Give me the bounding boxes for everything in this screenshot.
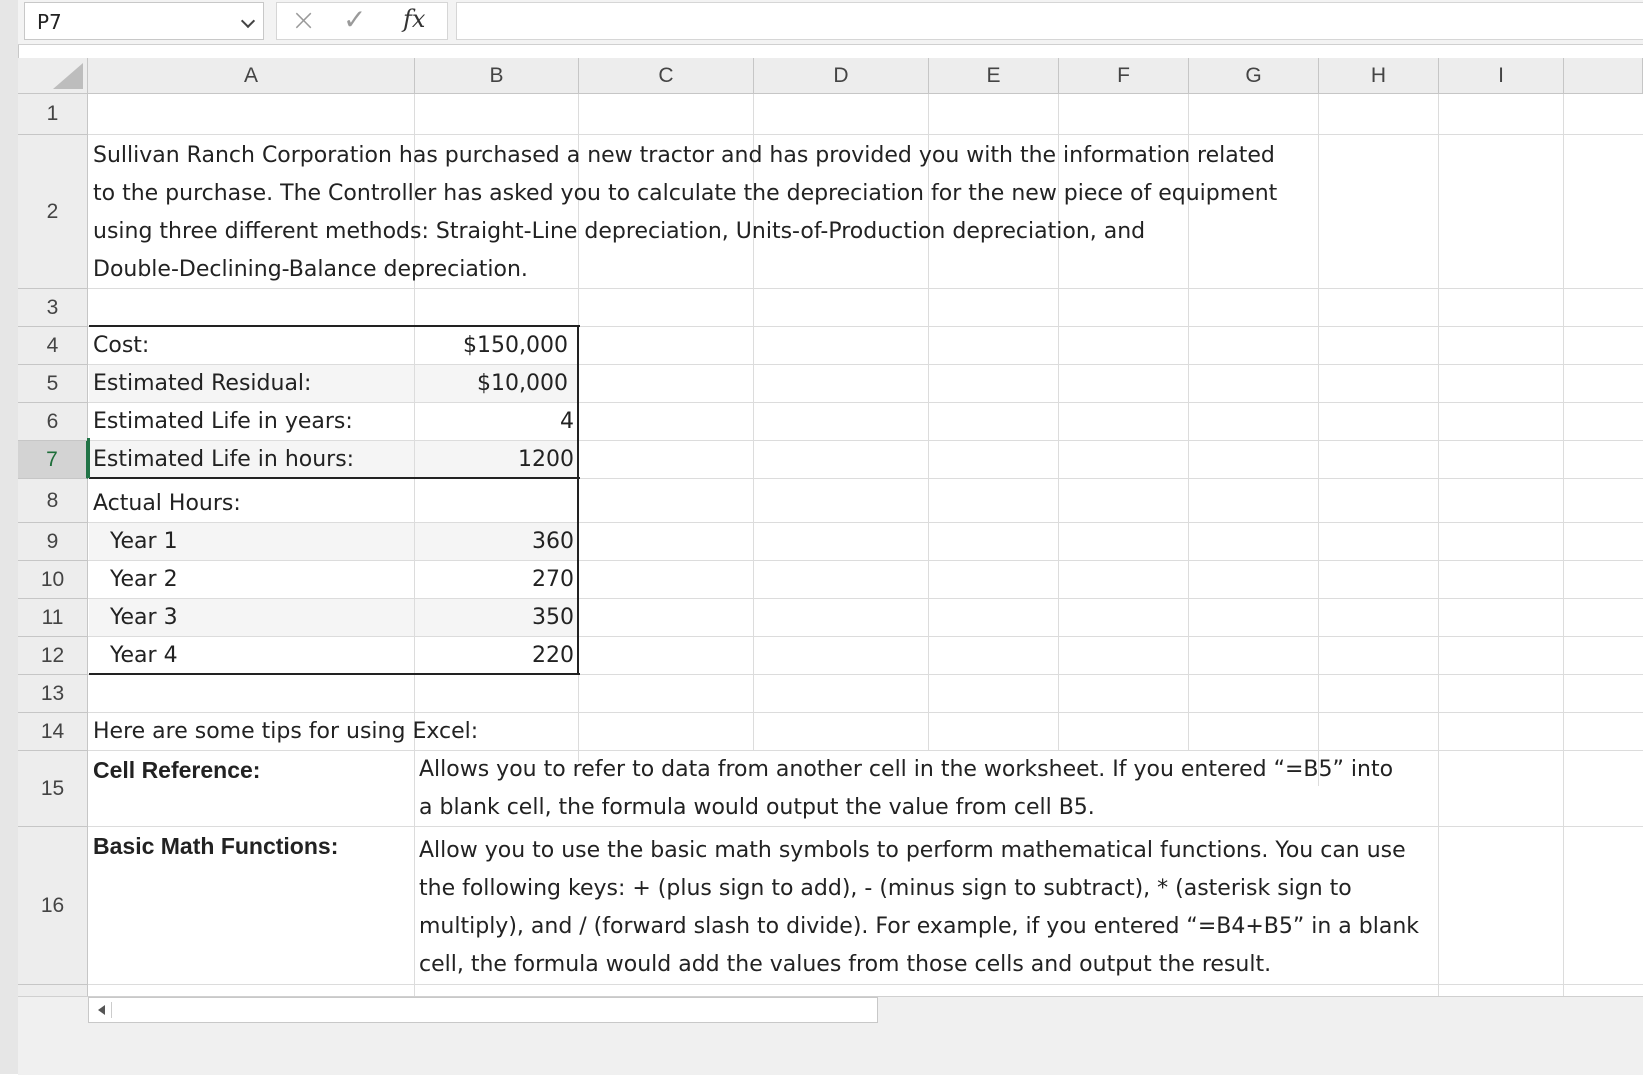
life-years-value[interactable]: 4 <box>418 403 574 441</box>
column-header-i[interactable]: I <box>1439 58 1564 94</box>
chevron-down-icon[interactable] <box>240 13 256 29</box>
column-header-g[interactable]: G <box>1189 58 1319 94</box>
year-3-value[interactable]: 350 <box>418 599 574 637</box>
life-hours-label[interactable]: Estimated Life in hours: <box>93 441 354 479</box>
active-cell-indicator <box>87 438 90 478</box>
intro-line-3[interactable]: using three different methods: Straight-… <box>93 213 1145 251</box>
year-1-label[interactable]: Year 1 <box>110 523 178 561</box>
intro-line-1[interactable]: Sullivan Ranch Corporation has purchased… <box>93 137 1275 175</box>
gridline <box>88 984 1643 985</box>
table-border-bottom <box>89 673 580 675</box>
year-4-value[interactable]: 220 <box>418 637 574 675</box>
column-header-d[interactable]: D <box>754 58 929 94</box>
table-border-right <box>577 325 579 675</box>
residual-value[interactable]: $10,000 <box>418 365 568 403</box>
gridline <box>88 636 1643 637</box>
column-header-c[interactable]: C <box>579 58 754 94</box>
year-4-label[interactable]: Year 4 <box>110 637 178 675</box>
intro-line-2[interactable]: to the purchase. The Controller has aske… <box>93 175 1277 213</box>
formula-input[interactable] <box>456 2 1643 40</box>
gridline <box>88 522 1643 523</box>
insert-function-icon[interactable]: fx <box>403 5 425 33</box>
cell-reference-label[interactable]: Cell Reference: <box>93 751 260 789</box>
cancel-icon[interactable]: × <box>291 3 316 38</box>
cell-reference-line-1[interactable]: Allows you to refer to data from another… <box>419 751 1393 789</box>
basic-math-line-3[interactable]: multiply), and / (forward slash to divid… <box>419 908 1419 946</box>
gridline <box>1438 94 1439 998</box>
row-header-14[interactable]: 14 <box>18 713 88 751</box>
name-box[interactable]: P7 <box>24 2 264 40</box>
tips-heading[interactable]: Here are some tips for using Excel: <box>93 713 478 751</box>
column-header-a[interactable]: A <box>88 58 415 94</box>
row-header-11[interactable]: 11 <box>18 599 88 637</box>
scroll-left-icon[interactable] <box>93 1002 112 1018</box>
table-border-mid <box>89 477 580 479</box>
gridline <box>88 364 1643 365</box>
column-header-b[interactable]: B <box>415 58 579 94</box>
row-header-15[interactable]: 15 <box>18 751 88 827</box>
life-years-label[interactable]: Estimated Life in years: <box>93 403 353 441</box>
row-header-3[interactable]: 3 <box>18 289 88 327</box>
column-header-next[interactable] <box>1564 58 1643 94</box>
gridline <box>88 598 1643 599</box>
year-2-value[interactable]: 270 <box>418 561 574 599</box>
row-header-8[interactable]: 8 <box>18 479 88 523</box>
life-hours-value[interactable]: 1200 <box>418 441 574 479</box>
actual-hours-label[interactable]: Actual Hours: <box>93 485 241 523</box>
horizontal-scrollbar[interactable] <box>88 997 878 1023</box>
row-header-4[interactable]: 4 <box>18 327 88 365</box>
row-header-7[interactable]: 7 <box>18 441 88 479</box>
table-border-top <box>89 325 580 327</box>
intro-line-4[interactable]: Double-Declining-Balance depreciation. <box>93 251 528 289</box>
row-header-10[interactable]: 10 <box>18 561 88 599</box>
gridline <box>88 560 1643 561</box>
gridline <box>88 134 1643 135</box>
column-header-h[interactable]: H <box>1319 58 1439 94</box>
basic-math-line-1[interactable]: Allow you to use the basic math symbols … <box>419 832 1406 870</box>
year-2-label[interactable]: Year 2 <box>110 561 178 599</box>
name-box-value: P7 <box>37 10 62 34</box>
formula-bar: P7 × ✓ fx <box>18 0 1643 45</box>
column-header-e[interactable]: E <box>929 58 1059 94</box>
year-3-label[interactable]: Year 3 <box>110 599 178 637</box>
row-header-5[interactable]: 5 <box>18 365 88 403</box>
year-1-value[interactable]: 360 <box>418 523 574 561</box>
row-header-6[interactable]: 6 <box>18 403 88 441</box>
sheet-footer <box>18 996 1643 1075</box>
worksheet-grid: A B C D E F G H I 1 2 3 4 5 6 7 8 9 10 1… <box>18 58 1643 998</box>
basic-math-line-4[interactable]: cell, the formula would add the values f… <box>419 946 1271 984</box>
row-header-1[interactable]: 1 <box>18 94 88 135</box>
cost-label[interactable]: Cost: <box>93 327 149 365</box>
row-header-2[interactable]: 2 <box>18 135 88 289</box>
select-all-icon <box>53 63 83 89</box>
basic-math-label[interactable]: Basic Math Functions: <box>93 827 338 865</box>
formula-bar-buttons: × ✓ fx <box>276 2 448 40</box>
column-header-f[interactable]: F <box>1059 58 1189 94</box>
select-all-corner[interactable] <box>18 58 88 94</box>
row-header-13[interactable]: 13 <box>18 675 88 713</box>
window-left-edge <box>0 0 19 1074</box>
residual-label[interactable]: Estimated Residual: <box>93 365 311 403</box>
row-header-16[interactable]: 16 <box>18 827 88 985</box>
gridline <box>1563 94 1564 998</box>
enter-icon[interactable]: ✓ <box>343 3 366 36</box>
basic-math-line-2[interactable]: the following keys: + (plus sign to add)… <box>419 870 1352 908</box>
cost-value[interactable]: $150,000 <box>418 327 568 365</box>
row-header-12[interactable]: 12 <box>18 637 88 675</box>
cell-reference-line-2[interactable]: a blank cell, the formula would output t… <box>419 789 1095 827</box>
row-header-9[interactable]: 9 <box>18 523 88 561</box>
